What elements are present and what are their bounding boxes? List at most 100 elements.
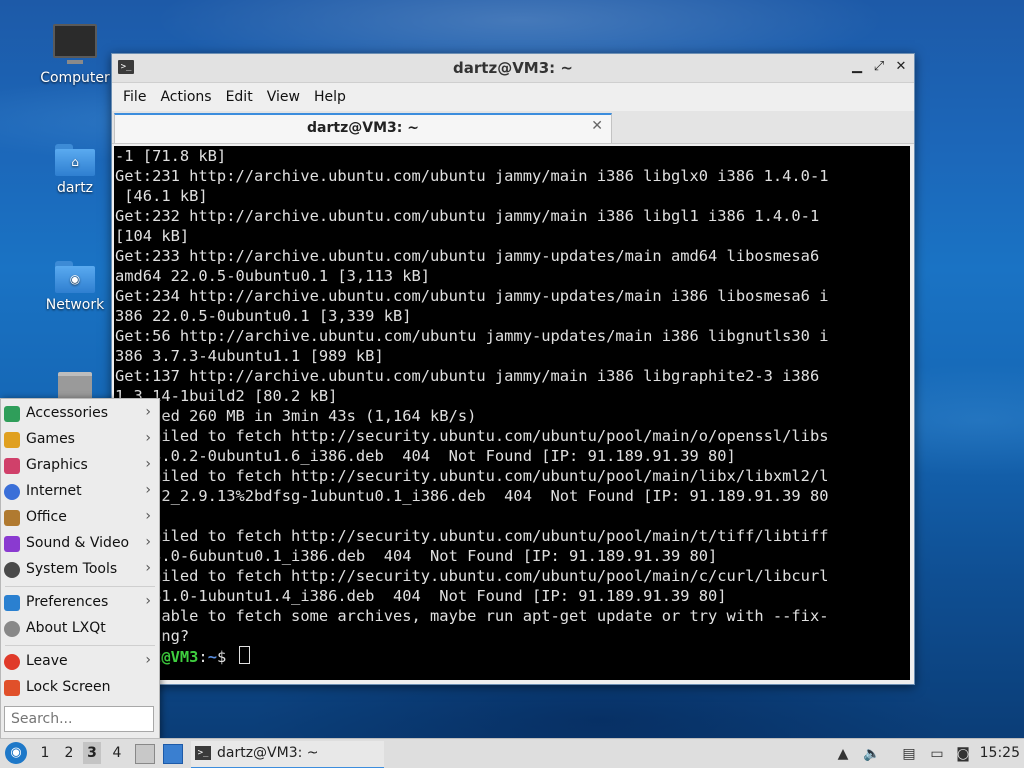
desktop-icon-home-folder[interactable]: ⌂ dartz [25,142,125,196]
terminal-line: Get:231 http://archive.ubuntu.com/ubuntu… [115,167,829,185]
chevron-right-icon: › [145,404,151,420]
terminal-line: Get:137 http://archive.ubuntu.com/ubuntu… [115,367,820,385]
desktop-icon-computer[interactable]: Computer [25,24,125,86]
desktop-icon-label: Computer [40,70,110,86]
desktop-icon-network[interactable]: ◉ Network [25,259,125,313]
accessories-icon [4,406,20,422]
show-desktop-icon[interactable] [163,744,183,764]
menu-item-sound-video[interactable]: Sound & Video › [1,531,159,557]
terminal-line: 4_7.81.0-1ubuntu1.4_i386.deb 404 Not Fou… [115,587,727,605]
taskbar-task-terminal[interactable]: >_ dartz@VM3: ~ [191,741,384,768]
menu-item-leave[interactable]: Leave › [1,649,159,675]
terminal-line: E: Unable to fetch some archives, maybe … [115,607,829,625]
terminal-line: amd64 22.0.5-0ubuntu0.1 [3,113 kB] [115,267,431,285]
terminal-app-icon: >_ [195,746,211,760]
menu-item-label: Accessories [26,405,109,421]
menu-separator [5,645,155,646]
graphics-icon [4,458,20,474]
tab-close-icon[interactable]: ✕ [591,118,603,134]
menu-item-label: Sound & Video [26,535,130,551]
desktop-switch-1[interactable]: 1 [36,745,54,761]
menu-item-system-tools[interactable]: System Tools › [1,557,159,583]
menu-item-label: Internet [26,483,82,499]
minimize-button[interactable]: ▁ [850,58,864,76]
system-tools-icon [4,562,20,578]
office-icon [4,510,20,526]
lock-icon [4,680,20,696]
terminal-line: E: Failed to fetch http://security.ubunt… [115,427,829,445]
menu-item-graphics[interactable]: Graphics › [1,453,159,479]
clock[interactable]: 15:25 [980,745,1020,761]
desktop-switch-2[interactable]: 2 [60,745,78,761]
chevron-right-icon: › [145,482,151,498]
chevron-right-icon: › [145,534,151,550]
desktop-switch-3[interactable]: 3 [83,742,101,764]
menu-file[interactable]: File [116,89,153,105]
tab-label: dartz@VM3: ~ [307,120,419,136]
menu-item-label: Leave [26,653,68,669]
terminal-window: >_ dartz@VM3: ~ ▁ ⤢ ✕ File Actions Edit … [111,53,915,685]
menu-item-preferences[interactable]: Preferences › [1,590,159,616]
menubar: File Actions Edit View Help [112,83,914,111]
desktop-icon-label: dartz [56,180,94,196]
home-folder-icon: ⌂ [55,142,95,176]
terminal-line: [104 kB] [115,227,190,245]
removable-media-icon[interactable]: ▲ [834,745,852,763]
terminal-line: 5_4.3.0-6ubuntu0.1_i386.deb 404 Not Foun… [115,547,718,565]
start-menu: Accessories › Games › Graphics › Interne… [0,398,160,740]
menu-item-accessories[interactable]: Accessories › [1,401,159,427]
prompt-path: ~ [207,648,217,666]
chevron-right-icon: › [145,456,151,472]
menu-item-office[interactable]: Office › [1,505,159,531]
network-icon[interactable]: ▭ [928,745,946,763]
desktop-switch-4[interactable]: 4 [108,745,126,761]
menu-edit[interactable]: Edit [219,89,260,105]
terminal-line: E: Failed to fetch http://security.ubunt… [115,567,829,585]
window-title: dartz@VM3: ~ [453,59,573,77]
menu-search-input[interactable] [4,706,154,732]
chevron-right-icon: › [145,593,151,609]
volume-icon[interactable]: 🔈 [863,745,881,763]
terminal-output[interactable]: -1 [71.8 kB] Get:231 http://archive.ubun… [114,146,910,680]
terminal-line: Get:233 http://archive.ubuntu.com/ubuntu… [115,247,820,265]
menu-view[interactable]: View [260,89,307,105]
chevron-right-icon: › [145,508,151,524]
chevron-right-icon: › [145,430,151,446]
start-menu-button[interactable]: ◉ [5,742,27,764]
menu-item-label: About LXQt [26,620,106,636]
terminal-line: 386 22.0.5-0ubuntu0.1 [3,339 kB] [115,307,412,325]
desktop-icon-label: Network [45,297,105,313]
menu-item-games[interactable]: Games › [1,427,159,453]
internet-icon [4,484,20,500]
menu-help[interactable]: Help [307,89,353,105]
menu-item-lock-screen[interactable]: Lock Screen [1,675,159,701]
menu-item-internet[interactable]: Internet › [1,479,159,505]
terminal-line: Get:234 http://archive.ubuntu.com/ubuntu… [115,287,829,305]
terminal-line: Get:232 http://archive.ubuntu.com/ubuntu… [115,207,820,225]
preferences-icon [4,595,20,611]
menu-separator [5,586,155,587]
menu-item-label: Office [26,509,67,525]
maximize-button[interactable]: ⤢ [872,58,886,76]
menu-item-label: Preferences [26,594,109,610]
tab-terminal[interactable]: dartz@VM3: ~ ✕ [114,113,612,143]
clipboard-icon[interactable]: ▤ [900,745,918,763]
chevron-right-icon: › [145,560,151,576]
terminal-cursor [238,646,250,664]
terminal-line: 386 3.7.3-4ubuntu1.1 [989 kB] [115,347,384,365]
taskbar: ◉ 1 2 3 4 >_ dartz@VM3: ~ ▲ 🔈 ▤ ▭ ◙ 15:2… [0,738,1024,768]
task-label: dartz@VM3: ~ [217,745,319,761]
terminal-line: Fetched 260 MB in 3min 43s (1,164 kB/s) [115,407,477,425]
terminal-line: E: Failed to fetch http://security.ubunt… [115,467,829,485]
sound-video-icon [4,536,20,552]
terminal-line: [46.1 kB] [124,187,208,205]
menu-item-about-lxqt[interactable]: About LXQt [1,616,159,642]
terminal-line: Get:56 http://archive.ubuntu.com/ubuntu … [115,327,829,345]
close-button[interactable]: ✕ [894,58,908,76]
file-manager-icon[interactable] [135,744,155,764]
window-titlebar[interactable]: >_ dartz@VM3: ~ ▁ ⤢ ✕ [112,54,914,83]
tab-bar: dartz@VM3: ~ ✕ [112,111,914,144]
network-folder-icon: ◉ [55,259,95,293]
update-notifier-icon[interactable]: ◙ [954,745,972,763]
menu-actions[interactable]: Actions [153,89,218,105]
